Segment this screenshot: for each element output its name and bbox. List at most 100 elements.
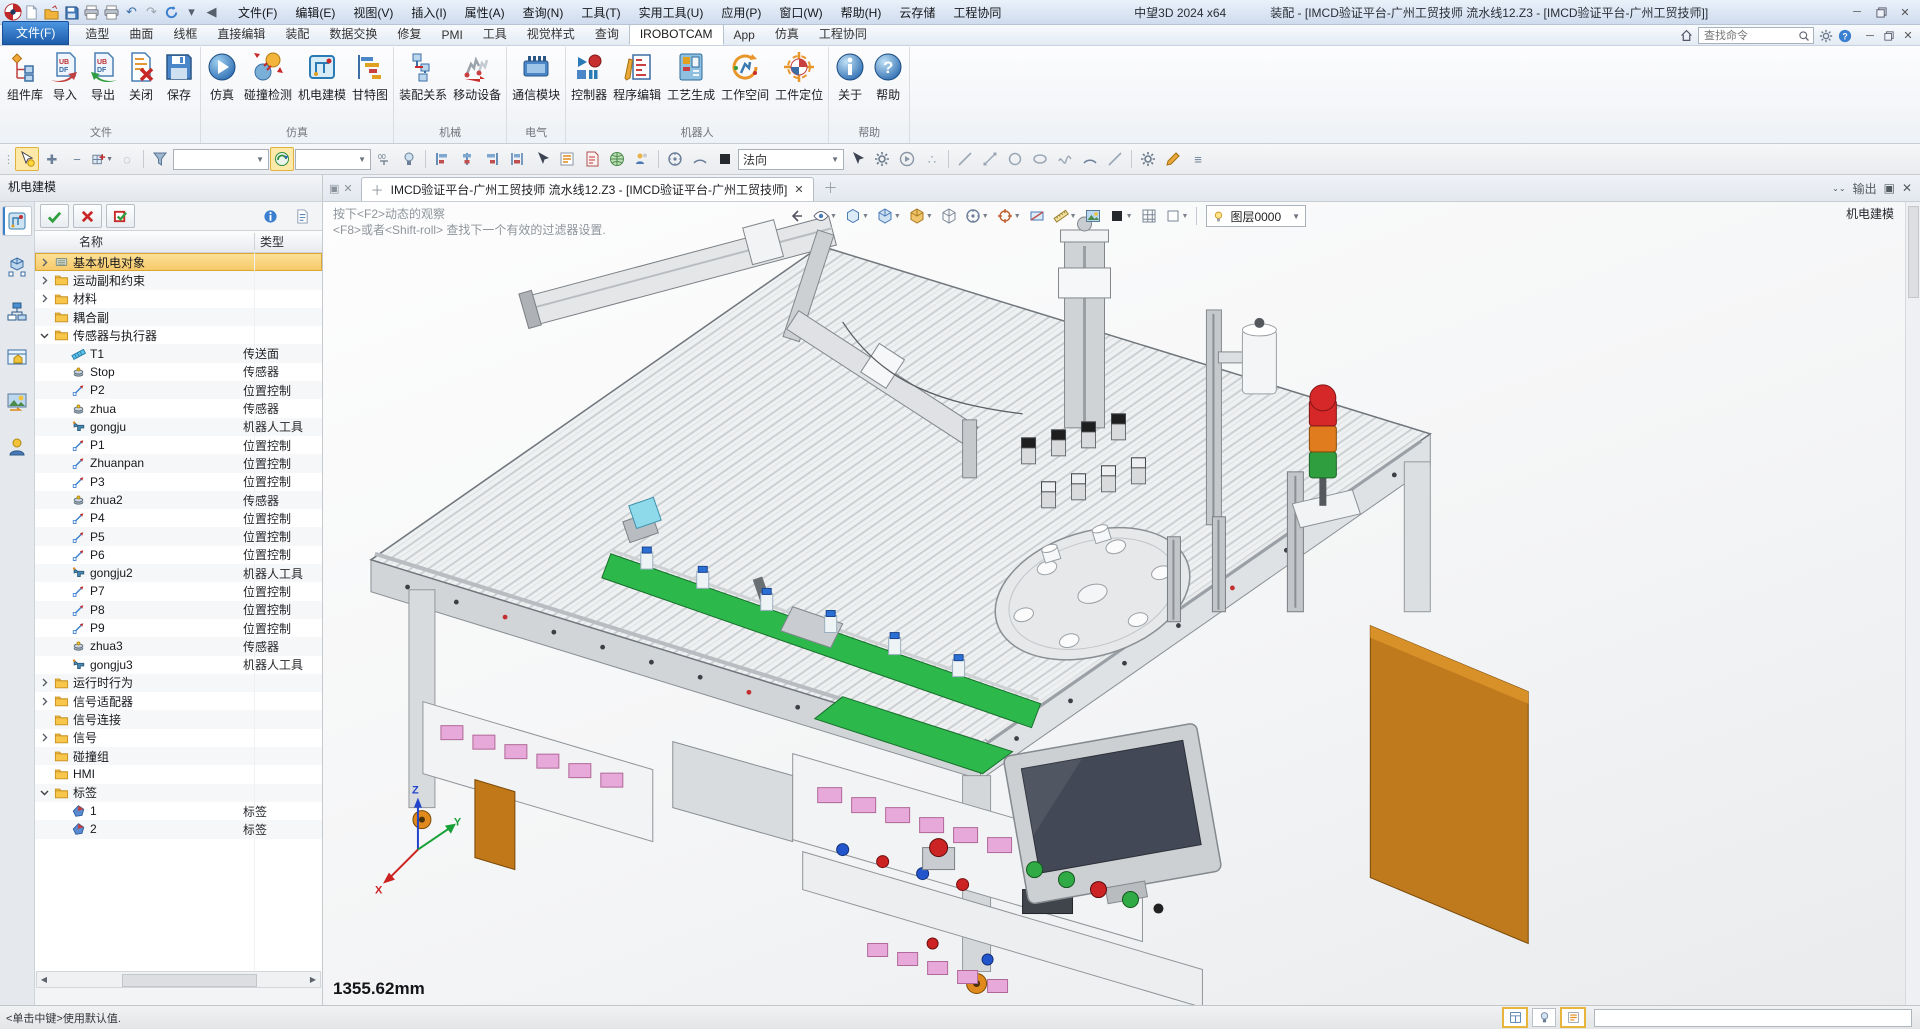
polyline-tool-icon[interactable] bbox=[978, 147, 1002, 171]
ribbon-button-控制器[interactable]: 控制器 bbox=[568, 47, 610, 104]
tree-row-信号适配器[interactable]: 信号适配器 bbox=[35, 692, 322, 710]
points-icon[interactable]: ∴ bbox=[920, 147, 944, 171]
arc-mode-icon[interactable] bbox=[688, 147, 712, 171]
solid-display-icon[interactable] bbox=[713, 147, 737, 171]
tree-row-P5[interactable]: P5位置控制 bbox=[35, 527, 322, 545]
document-tab[interactable]: ＋ IMCD验证平台-广州工贸技师 流水线12.Z3 - [IMCD验证平台-广… bbox=[361, 177, 814, 201]
tree-row-zhua2[interactable]: zhua2传感器 bbox=[35, 491, 322, 509]
ribbon-tab-PMI[interactable]: PMI bbox=[431, 26, 472, 45]
tree-row-P9[interactable]: P9位置控制 bbox=[35, 619, 322, 637]
ribbon-button-甘特图[interactable]: 甘特图 bbox=[349, 47, 391, 104]
tree-row-P2[interactable]: P2位置控制 bbox=[35, 381, 322, 399]
tree-row-zhua[interactable]: zhua传感器 bbox=[35, 399, 322, 417]
annotation-icon[interactable] bbox=[580, 147, 604, 171]
tree-row-gongju[interactable]: gongju机器人工具 bbox=[35, 418, 322, 436]
measure-icon[interactable]: ▼ bbox=[1050, 206, 1080, 227]
regen-icon[interactable] bbox=[162, 3, 181, 22]
background-icon[interactable] bbox=[1082, 206, 1104, 227]
confirm-button[interactable] bbox=[40, 204, 69, 228]
settings-gear-icon[interactable] bbox=[1819, 29, 1833, 43]
orient-compass-icon[interactable]: ▼ bbox=[962, 206, 992, 227]
tree-row-P7[interactable]: P7位置控制 bbox=[35, 582, 322, 600]
chevron-right-icon[interactable] bbox=[40, 276, 51, 285]
scroll-right-icon[interactable]: ▶ bbox=[308, 975, 318, 984]
align-right-icon[interactable] bbox=[480, 147, 504, 171]
add-entity-icon[interactable]: ✚ bbox=[40, 147, 64, 171]
ribbon-tab-2[interactable]: 曲面 bbox=[119, 23, 163, 45]
chevron-down-icon[interactable] bbox=[40, 788, 51, 797]
sketch-icon[interactable] bbox=[1161, 147, 1185, 171]
tree-row-P8[interactable]: P8位置控制 bbox=[35, 601, 322, 619]
ribbon-button-工件定位[interactable]: 工件定位 bbox=[772, 47, 826, 104]
print-icon[interactable] bbox=[82, 3, 101, 22]
help-circle-icon[interactable]: ? bbox=[1838, 29, 1852, 43]
pick-mode-icon[interactable] bbox=[845, 147, 869, 171]
tree-row-信号[interactable]: 信号 bbox=[35, 729, 322, 747]
visibility-icon[interactable]: ▼ bbox=[810, 206, 840, 227]
ribbon-tab-5[interactable]: 装配 bbox=[275, 23, 319, 45]
save-icon[interactable] bbox=[62, 3, 81, 22]
exit-view-icon[interactable] bbox=[786, 206, 808, 227]
auto-regen-icon[interactable] bbox=[895, 147, 919, 171]
ribbon-tab-4[interactable]: 直接编辑 bbox=[207, 23, 275, 45]
normal-combobox[interactable]: 法向▼ bbox=[738, 149, 844, 170]
scroll-left-icon[interactable]: ◀ bbox=[39, 975, 49, 984]
mdi-minimize-button[interactable]: ─ bbox=[1861, 28, 1879, 43]
settings-cursor-icon[interactable] bbox=[870, 147, 894, 171]
tree-row-P4[interactable]: P4位置控制 bbox=[35, 509, 322, 527]
tree-row-1[interactable]: 1标签 bbox=[35, 802, 322, 820]
column-type[interactable]: 类型 bbox=[260, 233, 284, 250]
chevron-right-icon[interactable] bbox=[40, 294, 51, 303]
layout-toggle-icon[interactable] bbox=[1502, 1007, 1528, 1028]
undo-icon[interactable]: ↶ bbox=[122, 3, 141, 22]
close-button[interactable]: ✕ bbox=[1894, 4, 1916, 21]
ribbon-tab-10[interactable]: 视觉样式 bbox=[517, 23, 585, 45]
command-input[interactable] bbox=[1594, 1009, 1912, 1027]
web-icon[interactable] bbox=[605, 147, 629, 171]
chevron-right-icon[interactable] bbox=[40, 258, 51, 267]
ribbon-button-机电建模[interactable]: 机电建模 bbox=[295, 47, 349, 104]
cancel-button[interactable] bbox=[73, 204, 102, 228]
line-tool-icon[interactable] bbox=[953, 147, 977, 171]
ribbon-button-组件库[interactable]: 组件库 bbox=[4, 47, 46, 104]
tree-row-HMI[interactable]: HMI bbox=[35, 765, 322, 783]
ribbon-tab-9[interactable]: 工具 bbox=[473, 23, 517, 45]
tree-row-P6[interactable]: P6位置控制 bbox=[35, 546, 322, 564]
restore-button[interactable] bbox=[1870, 4, 1892, 21]
new-tab-button[interactable]: ＋ bbox=[824, 178, 838, 198]
column-name[interactable]: 名称 bbox=[35, 233, 103, 250]
tab-close-icon[interactable]: ✕ bbox=[794, 183, 803, 196]
tree-row-2[interactable]: 2标签 bbox=[35, 820, 322, 838]
ribbon-button-工艺生成[interactable]: 工艺生成 bbox=[664, 47, 718, 104]
dock-tab-structure[interactable] bbox=[3, 298, 31, 326]
tree-row-运行时行为[interactable]: 运行时行为 bbox=[35, 674, 322, 692]
mdi-restore-button[interactable] bbox=[1880, 28, 1898, 43]
display-dark-icon[interactable]: ▼ bbox=[1106, 206, 1136, 227]
dock-tab-render[interactable] bbox=[3, 388, 31, 416]
viewport-3d[interactable]: Z Y X 按下<F2>动态的观察 <F8>或者<Shift-roll> 查找下… bbox=[323, 202, 1920, 1005]
tree-row-Zhuanpan[interactable]: Zhuanpan位置控制 bbox=[35, 454, 322, 472]
circle-tool-icon[interactable] bbox=[1003, 147, 1027, 171]
open-file-icon[interactable] bbox=[42, 3, 61, 22]
tree-row-T1[interactable]: T1传送面 bbox=[35, 344, 322, 362]
align-center-icon[interactable] bbox=[455, 147, 479, 171]
ribbon-tab-14[interactable]: 仿真 bbox=[765, 23, 809, 45]
layer-combobox[interactable]: 图层0000▼ bbox=[1206, 205, 1306, 227]
ribbon-button-仿真[interactable]: 仿真 bbox=[203, 47, 241, 104]
display-filter-icon[interactable] bbox=[1532, 1008, 1556, 1027]
ribbon-button-关于[interactable]: 关于 bbox=[831, 47, 869, 104]
viewport-scrollbar[interactable] bbox=[1905, 202, 1920, 1005]
ribbon-tab-6[interactable]: 数据交换 bbox=[319, 23, 387, 45]
plane-icon[interactable] bbox=[663, 147, 687, 171]
pick-filter-icon[interactable] bbox=[15, 147, 39, 171]
batch-print-icon[interactable] bbox=[102, 3, 121, 22]
navigate-icon[interactable] bbox=[270, 147, 294, 171]
minimize-button[interactable]: ─ bbox=[1846, 4, 1868, 21]
tree-row-标签[interactable]: 标签 bbox=[35, 784, 322, 802]
quick-settings-icon[interactable] bbox=[1136, 147, 1160, 171]
ribbon-button-保存[interactable]: 保存 bbox=[160, 47, 198, 104]
arc-tool-icon[interactable] bbox=[1078, 147, 1102, 171]
point-display-icon[interactable]: 00 bbox=[372, 147, 396, 171]
tree-row-Stop[interactable]: Stop传感器 bbox=[35, 363, 322, 381]
ribbon-button-关闭[interactable]: 关闭 bbox=[122, 47, 160, 104]
